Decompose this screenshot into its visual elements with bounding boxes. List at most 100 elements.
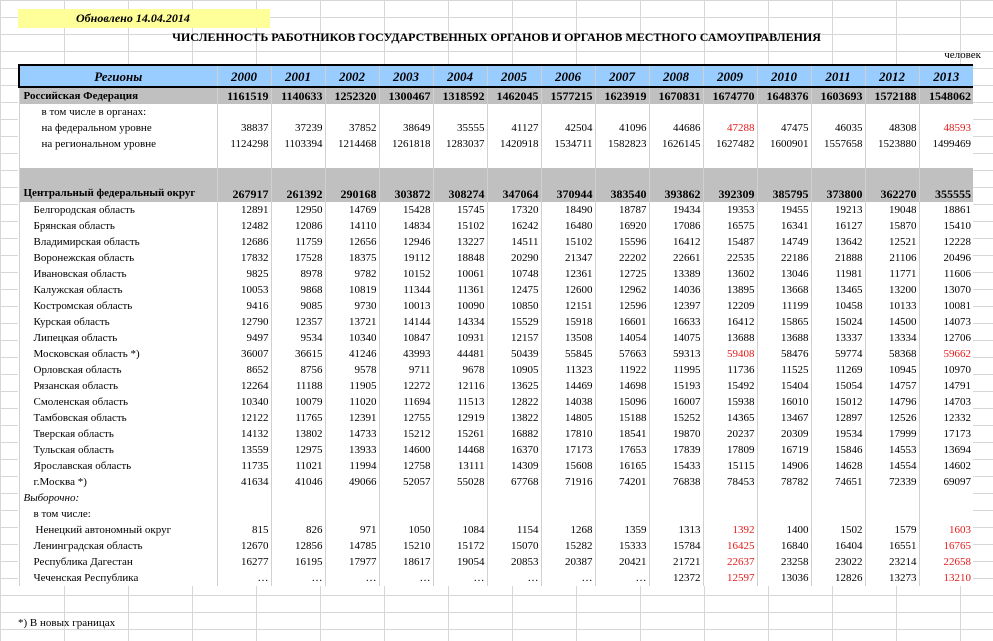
row-label[interactable]: Российская Федерация bbox=[18, 87, 217, 104]
data-cell[interactable]: 15608 bbox=[540, 458, 595, 474]
data-cell[interactable]: 14834 bbox=[378, 218, 433, 234]
data-cell[interactable]: 1603 bbox=[918, 522, 973, 538]
column-header-year[interactable]: 2001 bbox=[270, 64, 325, 88]
data-cell[interactable] bbox=[486, 152, 541, 168]
data-cell[interactable]: 23022 bbox=[810, 554, 865, 570]
data-cell[interactable]: 20237 bbox=[702, 426, 757, 442]
data-cell[interactable]: 23258 bbox=[756, 554, 811, 570]
data-cell[interactable]: 19054 bbox=[432, 554, 487, 570]
data-cell[interactable]: 14628 bbox=[810, 458, 865, 474]
data-cell[interactable]: 14038 bbox=[540, 394, 595, 410]
data-cell[interactable]: 9578 bbox=[324, 362, 379, 378]
data-cell[interactable]: 971 bbox=[324, 522, 379, 538]
data-cell[interactable]: 22658 bbox=[918, 554, 973, 570]
data-cell[interactable] bbox=[864, 490, 919, 506]
data-cell[interactable]: 815 bbox=[216, 522, 271, 538]
data-cell[interactable]: 14144 bbox=[378, 314, 433, 330]
data-cell[interactable]: 9085 bbox=[270, 298, 325, 314]
data-cell[interactable]: 13046 bbox=[756, 266, 811, 282]
column-header-year[interactable]: 2012 bbox=[864, 64, 919, 88]
data-cell[interactable]: 12357 bbox=[270, 314, 325, 330]
data-cell[interactable]: 43993 bbox=[378, 346, 433, 362]
data-cell[interactable]: 16551 bbox=[864, 538, 919, 554]
data-cell[interactable]: 46035 bbox=[810, 120, 865, 136]
data-cell[interactable]: 18375 bbox=[324, 250, 379, 266]
data-cell[interactable]: 13465 bbox=[810, 282, 865, 298]
data-cell[interactable]: 15102 bbox=[432, 218, 487, 234]
data-cell[interactable] bbox=[270, 490, 325, 506]
data-cell[interactable]: 385795 bbox=[756, 168, 811, 202]
data-cell[interactable]: 47475 bbox=[756, 120, 811, 136]
data-cell[interactable]: 1523880 bbox=[864, 136, 919, 152]
row-label[interactable]: Смоленская область bbox=[18, 394, 217, 410]
data-cell[interactable]: 17839 bbox=[648, 442, 703, 458]
data-cell[interactable]: 20387 bbox=[540, 554, 595, 570]
data-cell[interactable]: 16412 bbox=[702, 314, 757, 330]
data-cell[interactable]: 11994 bbox=[324, 458, 379, 474]
data-cell[interactable]: 13559 bbox=[216, 442, 271, 458]
data-cell[interactable]: 17832 bbox=[216, 250, 271, 266]
data-cell[interactable] bbox=[864, 104, 919, 120]
data-cell[interactable]: 12822 bbox=[486, 394, 541, 410]
data-cell[interactable]: 16404 bbox=[810, 538, 865, 554]
data-cell[interactable]: 1140633 bbox=[270, 87, 325, 104]
data-cell[interactable]: 15918 bbox=[540, 314, 595, 330]
data-cell[interactable]: 15529 bbox=[486, 314, 541, 330]
data-cell[interactable]: 16840 bbox=[756, 538, 811, 554]
data-cell[interactable]: 48593 bbox=[918, 120, 973, 136]
data-cell[interactable]: 1103394 bbox=[270, 136, 325, 152]
data-cell[interactable] bbox=[918, 104, 973, 120]
data-cell[interactable]: 15492 bbox=[702, 378, 757, 394]
data-cell[interactable]: 19534 bbox=[810, 426, 865, 442]
data-cell[interactable]: 1577215 bbox=[540, 87, 595, 104]
data-cell[interactable]: 12264 bbox=[216, 378, 271, 394]
row-label[interactable]: Владимирская область bbox=[18, 234, 217, 250]
data-cell[interactable]: 15846 bbox=[810, 442, 865, 458]
data-cell[interactable]: 19455 bbox=[756, 202, 811, 218]
data-cell[interactable] bbox=[270, 152, 325, 168]
data-cell[interactable]: 373800 bbox=[810, 168, 865, 202]
data-cell[interactable]: 13036 bbox=[756, 570, 811, 586]
data-cell[interactable] bbox=[810, 104, 865, 120]
data-cell[interactable]: 16195 bbox=[270, 554, 325, 570]
row-label[interactable]: на федеральном уровне bbox=[18, 120, 217, 136]
data-cell[interactable]: 15212 bbox=[378, 426, 433, 442]
data-cell[interactable]: 13337 bbox=[810, 330, 865, 346]
data-cell[interactable] bbox=[810, 490, 865, 506]
data-cell[interactable] bbox=[648, 506, 703, 522]
data-cell[interactable] bbox=[432, 152, 487, 168]
data-cell[interactable] bbox=[648, 104, 703, 120]
row-label[interactable]: Тульская область bbox=[18, 442, 217, 458]
data-cell[interactable]: 14600 bbox=[378, 442, 433, 458]
data-cell[interactable]: 15745 bbox=[432, 202, 487, 218]
data-cell[interactable] bbox=[648, 490, 703, 506]
data-cell[interactable]: 14511 bbox=[486, 234, 541, 250]
data-cell[interactable]: 20290 bbox=[486, 250, 541, 266]
data-cell[interactable]: 9534 bbox=[270, 330, 325, 346]
data-cell[interactable] bbox=[918, 152, 973, 168]
data-cell[interactable]: 1603693 bbox=[810, 87, 865, 104]
data-cell[interactable]: 19353 bbox=[702, 202, 757, 218]
data-cell[interactable]: 10748 bbox=[486, 266, 541, 282]
data-cell[interactable]: 261392 bbox=[270, 168, 325, 202]
data-cell[interactable]: 16412 bbox=[648, 234, 703, 250]
data-cell[interactable] bbox=[432, 506, 487, 522]
data-cell[interactable]: 1502 bbox=[810, 522, 865, 538]
data-cell[interactable] bbox=[216, 506, 271, 522]
data-cell[interactable]: 19112 bbox=[378, 250, 433, 266]
data-cell[interactable]: 14334 bbox=[432, 314, 487, 330]
data-cell[interactable]: 15210 bbox=[378, 538, 433, 554]
data-cell[interactable] bbox=[486, 104, 541, 120]
data-cell[interactable]: 19434 bbox=[648, 202, 703, 218]
data-cell[interactable]: 13508 bbox=[540, 330, 595, 346]
data-cell[interactable]: 55845 bbox=[540, 346, 595, 362]
data-cell[interactable]: 17528 bbox=[270, 250, 325, 266]
data-cell[interactable]: 12790 bbox=[216, 314, 271, 330]
data-cell[interactable]: 13822 bbox=[486, 410, 541, 426]
data-cell[interactable] bbox=[594, 152, 649, 168]
data-cell[interactable]: 12725 bbox=[594, 266, 649, 282]
data-cell[interactable]: 13802 bbox=[270, 426, 325, 442]
data-cell[interactable]: 10061 bbox=[432, 266, 487, 282]
data-cell[interactable]: 1557658 bbox=[810, 136, 865, 152]
data-cell[interactable]: 17173 bbox=[918, 426, 973, 442]
